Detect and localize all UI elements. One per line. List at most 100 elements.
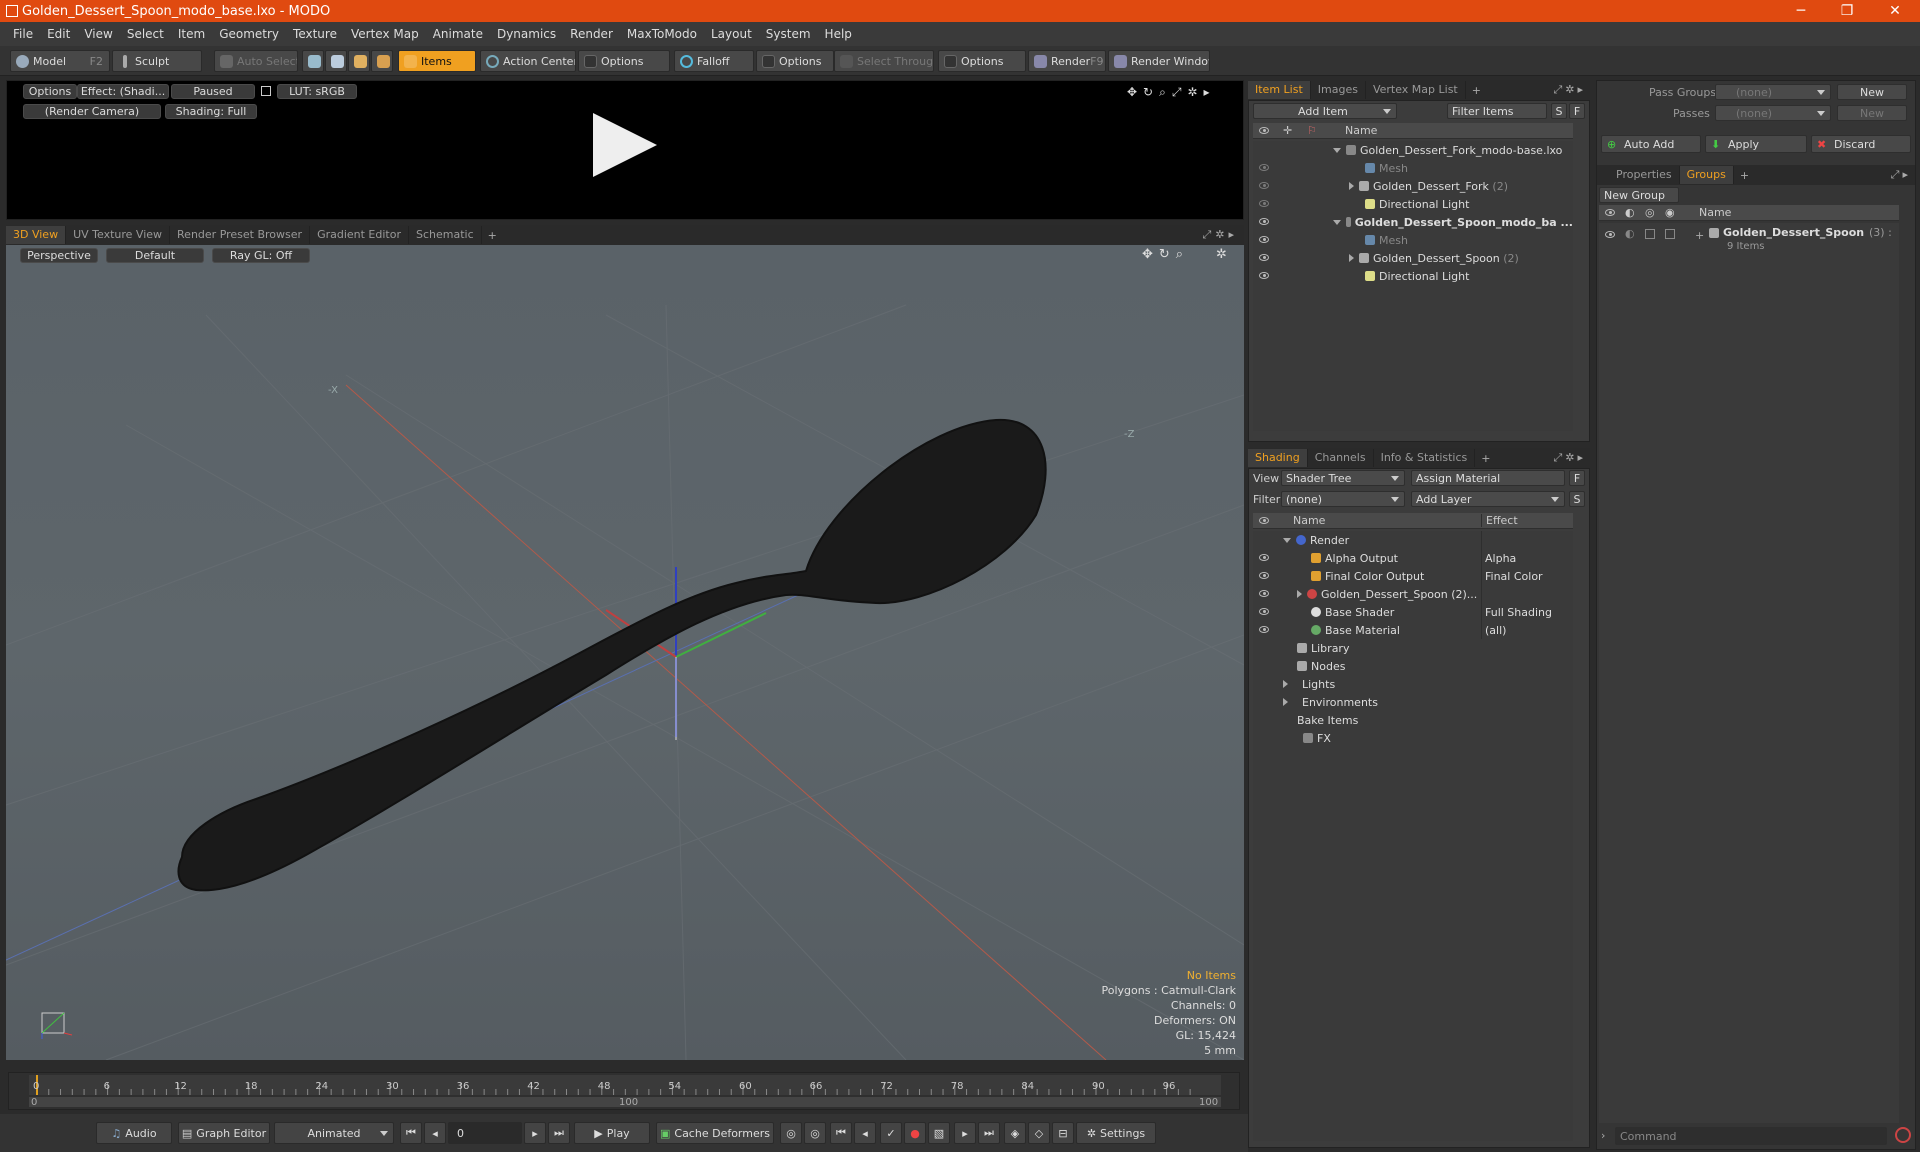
tab-uv-texture-view[interactable]: UV Texture View xyxy=(66,226,171,244)
timeline[interactable]: 0 6 12 18 24 30 36 42 48 54 60 66 72 78 84 90 96 0 100 1… xyxy=(8,1072,1240,1110)
raygl-dropdown[interactable]: Ray GL: Off xyxy=(212,248,310,263)
visibility-eye-icon[interactable] xyxy=(1259,272,1269,279)
next-key-button[interactable]: ▸ xyxy=(524,1122,546,1144)
menu-render[interactable]: Render xyxy=(563,27,620,41)
panel-controls-icon[interactable]: ⤢✲▸ xyxy=(1553,451,1586,465)
play-button[interactable]: ▶ Play xyxy=(574,1122,650,1144)
lut-dropdown[interactable]: LUT: sRGB xyxy=(277,84,357,99)
visibility-eye-icon[interactable] xyxy=(1259,590,1269,597)
discard-button[interactable]: ✖ Discard xyxy=(1811,135,1911,153)
shading-f-button[interactable]: F xyxy=(1569,470,1585,486)
polygon-mode-button[interactable] xyxy=(348,50,370,72)
shader-row-render[interactable]: Render xyxy=(1253,531,1573,549)
tree-row-spoon-scene[interactable]: Golden_Dessert_Spoon_modo_ba ... xyxy=(1253,213,1573,231)
new-pass-button[interactable]: New xyxy=(1837,105,1907,121)
new-pass-group-button[interactable]: New xyxy=(1837,84,1907,100)
shader-row-environments[interactable]: Environments xyxy=(1253,693,1573,711)
go-to-start-button[interactable]: ⏮ xyxy=(400,1122,422,1144)
menu-item[interactable]: Item xyxy=(171,27,212,41)
add-tab-icon[interactable]: + xyxy=(482,229,503,242)
tab-gradient-editor[interactable]: Gradient Editor xyxy=(310,226,409,244)
shader-row-nodes[interactable]: Nodes xyxy=(1253,657,1573,675)
keyframe-tool-4-button[interactable]: ◂ xyxy=(854,1122,876,1144)
visibility-eye-icon[interactable] xyxy=(1259,554,1269,561)
viewport-settings-gear-icon[interactable]: ✲ xyxy=(1216,247,1227,262)
auto-add-button[interactable]: ⊕ Auto Add xyxy=(1601,135,1701,153)
group-row-spoon[interactable]: ◐ + Golden_Dessert_Spoon (3) : 9 Items xyxy=(1599,225,1899,255)
action-center-options-button[interactable]: Options xyxy=(578,50,670,72)
render-window-button[interactable]: Render Window xyxy=(1108,50,1210,72)
tree-row-fork-light[interactable]: Directional Light xyxy=(1253,195,1573,213)
visibility-eye-icon[interactable] xyxy=(1259,164,1269,171)
filter-items-input[interactable]: Filter Items xyxy=(1447,103,1547,119)
prev-key-button[interactable]: ◂ xyxy=(424,1122,446,1144)
tab-images[interactable]: Images xyxy=(1311,81,1366,99)
filter-f-button[interactable]: F xyxy=(1569,103,1585,119)
filter-s-button[interactable]: S xyxy=(1551,103,1567,119)
shader-row-final-color-output[interactable]: Final Color Output Final Color xyxy=(1253,567,1573,585)
select-through-button[interactable]: Select Through xyxy=(834,50,934,72)
keyframe-tool-1-button[interactable]: ◎ xyxy=(780,1122,802,1144)
preview-shading-dropdown[interactable]: Shading: Full xyxy=(165,104,257,119)
tab-shading[interactable]: Shading xyxy=(1248,449,1308,467)
visibility-eye-icon[interactable] xyxy=(1605,231,1615,238)
shader-row-fx[interactable]: FX xyxy=(1253,729,1573,747)
go-to-end-button[interactable]: ⏭ xyxy=(548,1122,570,1144)
cache-deformers-button[interactable]: ▣ Cache Deformers xyxy=(656,1122,774,1144)
restore-button[interactable]: ❐ xyxy=(1824,0,1870,22)
render-camera-dropdown[interactable]: (Render Camera) xyxy=(23,104,161,119)
shader-effect[interactable]: Alpha xyxy=(1485,552,1516,565)
preview-options-button[interactable]: Options xyxy=(23,84,77,99)
preview-effect-dropdown[interactable]: Effect: (Shadi... xyxy=(77,84,169,99)
action-center-button[interactable]: Action Center xyxy=(480,50,576,72)
audio-button[interactable]: ♫ Audio xyxy=(96,1122,172,1144)
tab-properties[interactable]: Properties xyxy=(1609,166,1680,184)
shader-row-base-material[interactable]: Base Material (all) xyxy=(1253,621,1573,639)
keyframe-tool-3-button[interactable]: ⏮ xyxy=(830,1122,852,1144)
perspective-dropdown[interactable]: Perspective xyxy=(20,248,98,263)
settings-button[interactable]: ✲ Settings xyxy=(1076,1122,1156,1144)
viewport-nav-icons[interactable]: ✥↻⌕ xyxy=(1142,247,1189,262)
panel-controls-icon[interactable]: ⤢▸ xyxy=(1891,168,1911,182)
apply-button[interactable]: ⬇ Apply xyxy=(1705,135,1807,153)
menu-animate[interactable]: Animate xyxy=(426,27,490,41)
add-tab-icon[interactable]: + xyxy=(1466,84,1487,97)
new-group-button[interactable]: New Group xyxy=(1599,187,1679,203)
menu-file[interactable]: File xyxy=(6,27,40,41)
shader-row-base-shader[interactable]: Base Shader Full Shading xyxy=(1253,603,1573,621)
tree-row-fork-scene[interactable]: Golden_Dessert_Fork_modo-base.lxo xyxy=(1253,141,1573,159)
shader-row-library[interactable]: Library xyxy=(1253,639,1573,657)
menu-view[interactable]: View xyxy=(77,27,119,41)
menu-dynamics[interactable]: Dynamics xyxy=(490,27,563,41)
visibility-eye-icon[interactable] xyxy=(1259,608,1269,615)
command-history-icon[interactable] xyxy=(1895,1127,1911,1143)
minimize-button[interactable]: ─ xyxy=(1778,0,1824,22)
falloff-button[interactable]: Falloff xyxy=(674,50,754,72)
visibility-eye-icon[interactable] xyxy=(1259,626,1269,633)
lock-checkbox[interactable] xyxy=(1645,229,1655,239)
menu-system[interactable]: System xyxy=(759,27,818,41)
preview-nav-icons[interactable]: ✥↻⌕⤢✲▸ xyxy=(1127,85,1216,100)
add-tab-icon[interactable]: + xyxy=(1475,452,1496,465)
visibility-eye-icon[interactable] xyxy=(1259,254,1269,261)
tab-vertex-map-list[interactable]: Vertex Map List xyxy=(1366,81,1466,99)
pass-groups-dropdown[interactable]: (none) xyxy=(1715,84,1831,100)
add-tab-icon[interactable]: + xyxy=(1734,169,1755,182)
menu-help[interactable]: Help xyxy=(818,27,859,41)
tab-groups[interactable]: Groups xyxy=(1679,166,1734,184)
tab-item-list[interactable]: Item List xyxy=(1248,81,1311,99)
viewport-tab-controls-icon[interactable]: ⤢✲▸ xyxy=(1202,228,1238,242)
select-checkbox[interactable] xyxy=(1665,229,1675,239)
tab-schematic[interactable]: Schematic xyxy=(409,226,482,244)
render-toggle-icon[interactable]: ◐ xyxy=(1625,227,1635,240)
range-start[interactable]: 0 xyxy=(31,1097,37,1108)
auto-select-button[interactable]: Auto Select xyxy=(214,50,298,72)
graph-editor-button[interactable]: ▤ Graph Editor xyxy=(178,1122,270,1144)
animated-dropdown[interactable]: Animated xyxy=(274,1122,394,1144)
shading-s-button[interactable]: S xyxy=(1569,491,1585,507)
lock-icon[interactable] xyxy=(261,86,271,96)
keyframe-tool-5-button[interactable]: ✓ xyxy=(880,1122,902,1144)
range-end[interactable]: 100 xyxy=(1199,1097,1218,1108)
shader-effect[interactable]: Final Color xyxy=(1485,570,1543,583)
model-button[interactable]: Model F2 xyxy=(10,50,110,72)
